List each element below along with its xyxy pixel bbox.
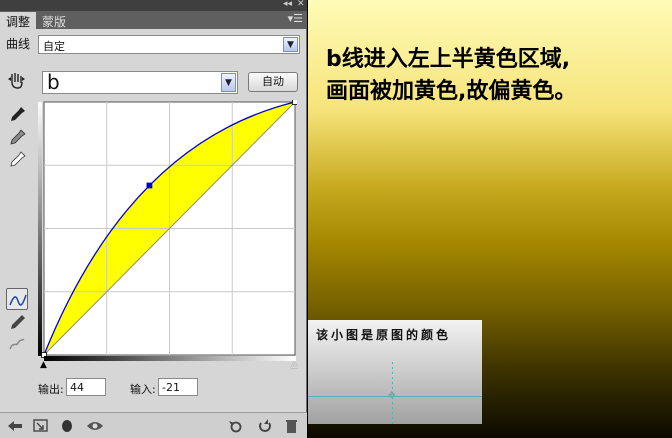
adjustments-panel: ◂◂ ✕ 调整 蒙版 ▾☰ 曲线 自定 ▼ b ▼ 自动 ▲ △ 输出: 44 … <box>0 0 307 438</box>
canvas-area: b线进入左上半黄色区域, 画面被加黄色,故偏黄色。 该小图是原图的颜色 ✥ <box>308 0 672 438</box>
curve-point-tool-icon[interactable] <box>6 288 28 310</box>
preset-dropdown[interactable]: 自定 ▼ <box>38 35 300 54</box>
panel-bottom-bar <box>0 412 307 438</box>
black-point-slider[interactable]: ▲ <box>40 361 48 370</box>
annotation-text: b线进入左上半黄色区域, 画面被加黄色,故偏黄色。 <box>326 44 656 108</box>
panel-menu-icon[interactable]: ▾☰ <box>288 12 303 25</box>
original-thumbnail: 该小图是原图的颜色 ✥ <box>308 320 482 424</box>
collapse-icon[interactable]: ◂◂ <box>283 0 292 9</box>
back-arrow-icon[interactable] <box>6 418 24 434</box>
sample-marker-icon: ✥ <box>388 391 396 401</box>
gray-eyedropper-icon[interactable] <box>6 127 28 149</box>
pencil-tool-icon[interactable] <box>6 312 28 334</box>
channel-dropdown[interactable]: b ▼ <box>42 70 238 94</box>
preset-label: 曲线 <box>6 37 31 51</box>
clip-to-layer-icon[interactable] <box>58 418 76 434</box>
close-icon[interactable]: ✕ <box>297 0 305 9</box>
chevron-down-icon[interactable]: ▼ <box>221 73 236 92</box>
curve-control-point <box>292 100 297 105</box>
annotation-line: b线进入左上半黄色区域, <box>326 47 571 72</box>
channel-value: b <box>47 70 60 94</box>
curve-control-point <box>146 182 153 189</box>
input-gradient-bar <box>44 356 296 361</box>
preset-value: 自定 <box>43 40 65 53</box>
expand-view-icon[interactable] <box>32 418 50 434</box>
curve-graph[interactable] <box>38 100 297 358</box>
chevron-down-icon[interactable]: ▼ <box>283 37 298 52</box>
smooth-curve-icon[interactable] <box>6 334 28 356</box>
auto-button[interactable]: 自动 <box>248 72 298 92</box>
previous-state-icon[interactable] <box>228 418 246 434</box>
output-label: 输出: <box>38 383 64 396</box>
tab-adjustments[interactable]: 调整 <box>0 12 37 29</box>
output-field[interactable]: 44 <box>66 378 106 396</box>
visibility-eye-icon[interactable] <box>86 418 104 434</box>
trash-icon[interactable] <box>283 418 301 434</box>
panel-titlebar: ◂◂ ✕ <box>0 0 307 11</box>
input-label: 输入: <box>130 383 156 396</box>
thumbnail-caption: 该小图是原图的颜色 <box>316 328 452 342</box>
input-field[interactable]: -21 <box>158 378 198 396</box>
annotation-line: 画面被加黄色,故偏黄色。 <box>326 79 577 104</box>
white-point-slider[interactable]: △ <box>291 361 299 370</box>
white-eyedropper-icon[interactable] <box>6 149 28 171</box>
curve-graph-svg[interactable] <box>38 100 297 358</box>
panel-tabs: 调整 蒙版 ▾☰ <box>0 11 307 29</box>
tab-masks[interactable]: 蒙版 <box>36 12 72 29</box>
on-image-adjust-icon[interactable] <box>6 70 28 92</box>
reset-icon[interactable] <box>256 418 274 434</box>
black-eyedropper-icon[interactable] <box>6 104 28 126</box>
